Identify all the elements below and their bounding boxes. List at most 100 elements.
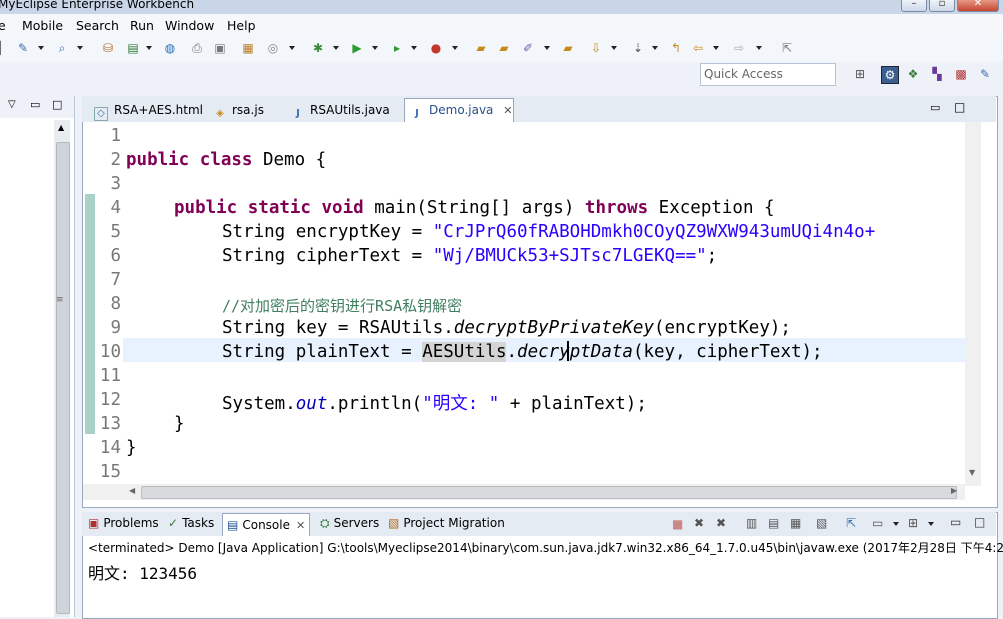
clear-console-icon[interactable]: ▥ <box>746 516 757 530</box>
save-all-icon[interactable]: ▣ <box>212 40 228 56</box>
menu-window[interactable]: Window <box>165 18 214 33</box>
next-annotation-icon[interactable]: ⇣ <box>630 40 646 56</box>
annotation-icon[interactable]: ⇩ <box>588 40 604 56</box>
last-edit-icon[interactable]: ↰ <box>668 40 684 56</box>
java-perspective-icon[interactable]: ❖ <box>905 66 921 82</box>
chevron-down-icon[interactable] <box>928 522 934 526</box>
open-folder-icon[interactable]: ▰ <box>496 40 512 56</box>
minimize-view-icon[interactable]: ▭ <box>950 515 961 529</box>
view-menu-icon[interactable]: ▽ <box>8 99 16 110</box>
minimize-editor-icon[interactable]: ▭ <box>930 101 940 114</box>
minimize-view-icon[interactable]: ▭ <box>30 98 40 111</box>
code-editor[interactable]: 1 2 3 4 5 6 7 8 9 10 11 12 13 14 15 publ… <box>83 122 965 486</box>
chevron-down-icon[interactable] <box>756 46 762 50</box>
maximize-editor-icon[interactable]: □ <box>954 100 965 114</box>
chevron-down-icon[interactable] <box>652 46 658 50</box>
line-number: 13 <box>99 414 121 434</box>
maximize-view-icon[interactable]: □ <box>974 515 985 529</box>
debug-perspective-icon[interactable]: ▚ <box>929 66 945 82</box>
menu-help[interactable]: Help <box>227 18 256 33</box>
chevron-down-icon[interactable] <box>146 46 152 50</box>
tab-rsautils-java[interactable]: J RSAUtils.java <box>286 99 402 121</box>
tab-tasks[interactable]: ✓ Tasks <box>168 516 214 530</box>
tab-servers[interactable]: ⛭ Servers <box>320 516 379 531</box>
show-on-output-icon[interactable]: ▧ <box>816 516 827 530</box>
scroll-up-icon[interactable]: ▲ <box>58 123 64 132</box>
menu-edit[interactable]: e <box>0 18 6 33</box>
chevron-down-icon[interactable] <box>611 46 617 50</box>
maximize-view-icon[interactable]: □ <box>52 98 62 111</box>
chevron-down-icon[interactable] <box>893 522 899 526</box>
tab-problems[interactable]: ▣ Problems <box>88 516 159 530</box>
globe-icon[interactable]: ◍ <box>162 40 178 56</box>
remove-launch-icon[interactable]: ✖ <box>694 516 704 530</box>
pen-icon[interactable]: ✐ <box>520 40 536 56</box>
tab-rsa-js[interactable]: ◈ rsa.js <box>208 99 284 121</box>
deploy-icon[interactable]: ⛁ <box>100 40 116 56</box>
scroll-right-icon[interactable]: ▶ <box>951 486 957 495</box>
word-wrap-icon[interactable]: ▦ <box>790 516 801 530</box>
team-perspective-icon[interactable]: ✎ <box>977 66 993 82</box>
chevron-down-icon[interactable] <box>289 46 295 50</box>
close-tab-icon[interactable]: ✕ <box>503 104 512 117</box>
code-line-4: public static void main(String[] args) t… <box>174 198 775 218</box>
editor-vertical-scrollbar[interactable]: ▼ <box>965 122 981 486</box>
remove-all-icon[interactable]: ✖ <box>716 516 726 530</box>
tab-project-migration[interactable]: ▧ Project Migration <box>388 516 505 530</box>
minimize-icon[interactable]: – <box>901 0 927 12</box>
folder-icon[interactable]: ▰ <box>560 40 576 56</box>
scroll-down-icon[interactable]: ▼ <box>969 468 975 477</box>
chevron-down-icon[interactable] <box>38 46 44 50</box>
chevron-down-icon[interactable] <box>411 46 417 50</box>
left-scrollbar[interactable]: ▲ ≡ <box>54 120 70 617</box>
open-perspective-icon[interactable]: ⊞ <box>852 66 868 82</box>
forward-icon[interactable]: ⇨ <box>731 40 747 56</box>
run-config-icon[interactable]: ▸ <box>389 40 405 56</box>
chevron-down-icon[interactable] <box>713 46 719 50</box>
line-number: 1 <box>110 126 121 146</box>
new-wizard-icon[interactable]: ✎ <box>15 40 31 56</box>
chevron-down-icon[interactable] <box>544 46 550 50</box>
grip-icon: ≡ <box>56 295 64 305</box>
print-icon[interactable]: ⎙ <box>189 40 205 56</box>
open-type-icon[interactable]: ⌕ <box>54 40 70 56</box>
menu-search[interactable]: Search <box>76 18 119 33</box>
back-icon[interactable]: ⇦ <box>690 40 706 56</box>
debug-icon[interactable]: ✱ <box>310 40 326 56</box>
open-project-icon[interactable]: ▰ <box>473 40 489 56</box>
line-number: 15 <box>99 462 121 482</box>
menu-run[interactable]: Run <box>130 18 154 33</box>
web-browser-icon[interactable]: ◎ <box>265 40 281 56</box>
maximize-icon[interactable]: ▫ <box>929 0 955 12</box>
close-icon[interactable]: ✕ <box>957 0 999 12</box>
report-icon[interactable]: ▦ <box>240 40 256 56</box>
pin-editor-icon[interactable]: ⇱ <box>779 40 795 56</box>
bottom-tabs: ▣ Problems ✓ Tasks ▤ Console ✕ ⛭ Servers ▧ Pro… <box>82 512 996 536</box>
myeclipse-perspective-icon[interactable]: ⚙ <box>881 66 899 84</box>
line-number: 5 <box>110 222 121 242</box>
run-icon[interactable]: ▶ <box>349 40 365 56</box>
external-tools-icon[interactable]: ● <box>428 40 444 56</box>
chevron-down-icon[interactable] <box>333 46 339 50</box>
display-console-icon[interactable]: ▭ <box>872 516 883 530</box>
tab-demo-java[interactable]: J Demo.java ✕ <box>404 98 514 123</box>
editor-horizontal-scrollbar[interactable]: ◀ ▶ <box>83 484 965 500</box>
scroll-thumb[interactable] <box>141 486 957 499</box>
close-tab-icon[interactable]: ✕ <box>296 519 305 532</box>
terminate-icon[interactable]: ■ <box>672 517 683 531</box>
quick-access-input[interactable]: Quick Access <box>700 63 836 86</box>
tab-console[interactable]: ▤ Console ✕ <box>222 513 311 536</box>
scroll-thumb[interactable] <box>56 142 70 614</box>
pin-console-icon[interactable]: ⇱ <box>846 516 856 530</box>
scroll-lock-icon[interactable]: ▤ <box>768 516 779 530</box>
chevron-down-icon[interactable] <box>452 46 458 50</box>
chevron-down-icon[interactable] <box>372 46 378 50</box>
scroll-left-icon[interactable]: ◀ <box>129 486 135 495</box>
tab-rsa-aes-html[interactable]: ◇ RSA+AES.html <box>88 99 206 121</box>
menu-mobile[interactable]: Mobile <box>22 18 63 33</box>
window-title: MyEclipse Enterprise Workbench <box>0 0 195 11</box>
server-icon[interactable]: ▤ <box>125 40 141 56</box>
db-perspective-icon[interactable]: ▩ <box>953 66 969 82</box>
open-console-icon[interactable]: ⊞ <box>908 516 918 530</box>
chevron-down-icon[interactable] <box>77 46 83 50</box>
